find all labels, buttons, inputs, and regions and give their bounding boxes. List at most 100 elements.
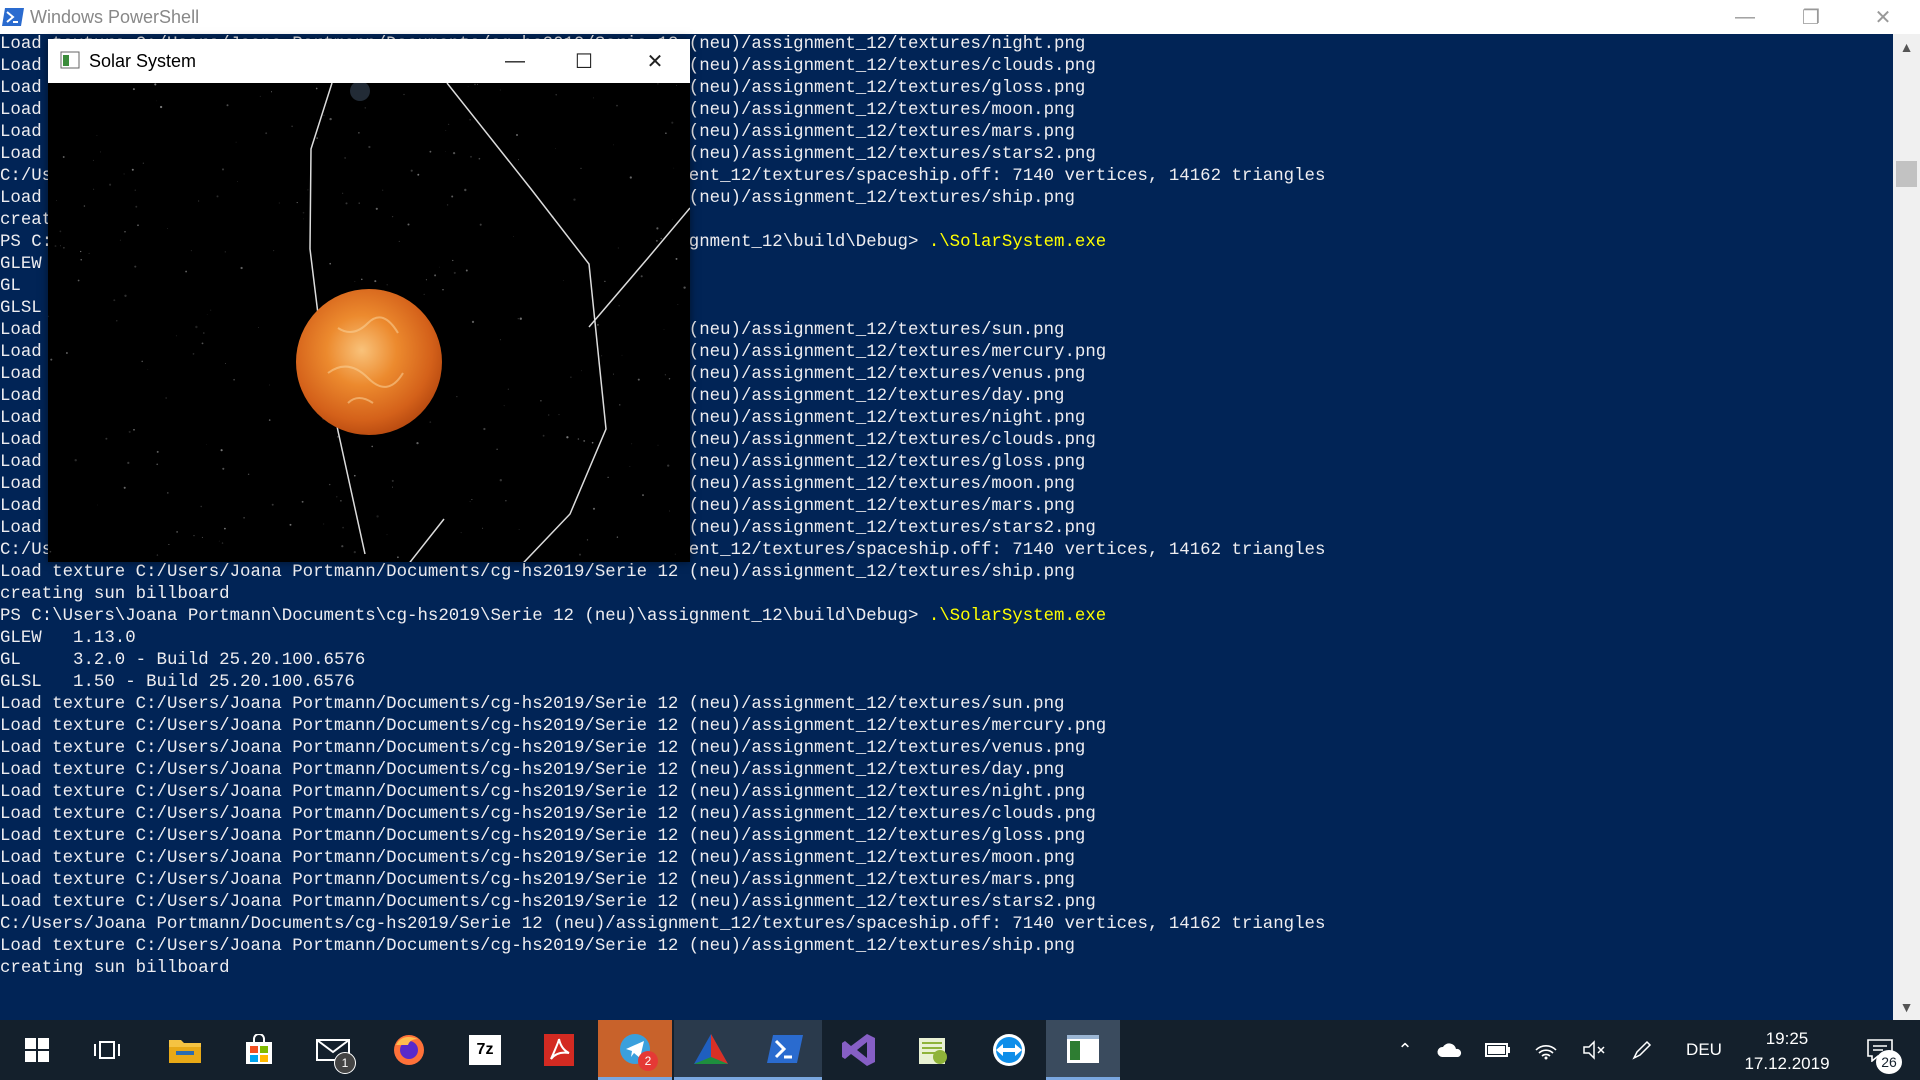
star [218,540,220,542]
star [328,483,331,486]
star [265,132,268,135]
vertical-scrollbar[interactable]: ▲ ▼ [1893,34,1920,1020]
restore-button[interactable]: ❐ [1778,0,1844,34]
terminal-line: creating sun billboard [0,958,1325,980]
visual-studio-button[interactable] [822,1020,896,1080]
terminal-line-text: creating sun billboard [0,585,230,604]
task-view-icon [94,1041,120,1059]
star [147,369,149,370]
terminal-line: Load texture C:/Users/Joana Portmann/Doc… [0,936,1325,958]
solar-system-titlebar[interactable]: Solar System — ☐ ✕ [48,39,690,83]
star [221,542,224,544]
app-window-icon [1067,1034,1099,1063]
solar-system-app-button[interactable] [1046,1020,1120,1080]
star [233,378,235,381]
star [674,553,676,555]
star [65,352,68,354]
star [371,445,374,448]
wifi-icon[interactable] [1528,1020,1564,1080]
star [345,202,348,205]
acrobat-button[interactable] [522,1020,596,1080]
language-indicator[interactable]: DEU [1676,1020,1732,1080]
start-button[interactable] [0,1020,74,1080]
onedrive-icon[interactable] [1432,1020,1468,1080]
star [197,200,200,202]
star [642,494,644,497]
star [519,317,522,320]
mail-button[interactable]: 1 [296,1020,370,1080]
terminal-line-text: creating sun billboard [0,959,230,978]
star [593,97,594,99]
star [131,168,134,171]
battery-icon[interactable] [1480,1020,1516,1080]
app-triangle-button[interactable] [674,1020,748,1080]
volume-muted-icon[interactable] [1576,1020,1612,1080]
star [119,239,121,241]
teamviewer-button[interactable] [972,1020,1046,1080]
show-hidden-icons-icon[interactable]: ⌃ [1390,1020,1420,1080]
scroll-thumb[interactable] [1896,161,1917,187]
powershell-titlebar[interactable]: Windows PowerShell — ❐ ✕ [0,0,1920,34]
star [425,279,427,281]
star [407,223,410,226]
scroll-down-icon[interactable]: ▼ [1893,994,1920,1020]
minimize-button[interactable]: — [1712,0,1778,34]
star [445,130,447,131]
firefox-button[interactable] [372,1020,446,1080]
7zip-button[interactable]: 7z [448,1020,522,1080]
star [516,134,518,136]
star [540,399,542,402]
star [156,554,159,556]
star [446,204,449,206]
star [342,192,344,194]
star [342,526,344,529]
star [386,284,388,286]
star [133,428,135,431]
scroll-up-icon[interactable]: ▲ [1893,34,1920,60]
star [434,274,437,277]
star [573,198,576,201]
star [92,159,94,161]
solar-maximize-button[interactable]: ☐ [549,39,619,83]
star [88,252,90,254]
star [200,505,202,508]
star [167,492,169,494]
star [482,527,484,529]
star [315,87,318,90]
clock[interactable]: 19:25 17.12.2019 [1740,1026,1834,1076]
action-center-button[interactable]: 26 [1850,1020,1910,1080]
star [270,91,273,93]
terminal-line: Load texture C:/Users/Joana Portmann/Doc… [0,870,1325,892]
terminal-line-text: C:/Users/Joana Portmann/Documents/cg-hs2… [0,915,1326,934]
file-explorer-button[interactable] [148,1020,222,1080]
star [673,167,675,169]
notepadpp-button[interactable] [896,1020,970,1080]
terminal-line-text: Load texture C:/Users/Joana Portmann/Doc… [0,739,1086,758]
star [201,342,204,345]
star [657,444,659,446]
star [580,167,582,170]
terminal-line-text: Load texture C:/Users/Joana Portmann/Doc… [0,563,1075,582]
powershell-button[interactable] [748,1020,822,1080]
star [247,473,250,476]
star [505,500,507,502]
terminal-line-text: Load texture C:/Users/Joana Portmann/Doc… [0,849,1075,868]
solar-system-window[interactable]: Solar System — ☐ ✕ [48,39,690,562]
star [619,404,621,406]
star [663,329,665,330]
render-viewport[interactable] [48,83,690,562]
star [583,439,586,442]
solar-minimize-button[interactable]: — [480,39,550,83]
star [273,250,275,252]
pen-icon[interactable] [1624,1020,1660,1080]
star [54,245,57,247]
star [417,173,420,176]
telegram-button[interactable]: 2 [598,1020,672,1080]
close-button[interactable]: ✕ [1850,0,1916,34]
star [513,235,514,237]
store-button[interactable] [222,1020,296,1080]
star [601,355,603,357]
solar-close-button[interactable]: ✕ [620,39,690,83]
task-view-button[interactable] [70,1020,144,1080]
star [63,246,65,249]
